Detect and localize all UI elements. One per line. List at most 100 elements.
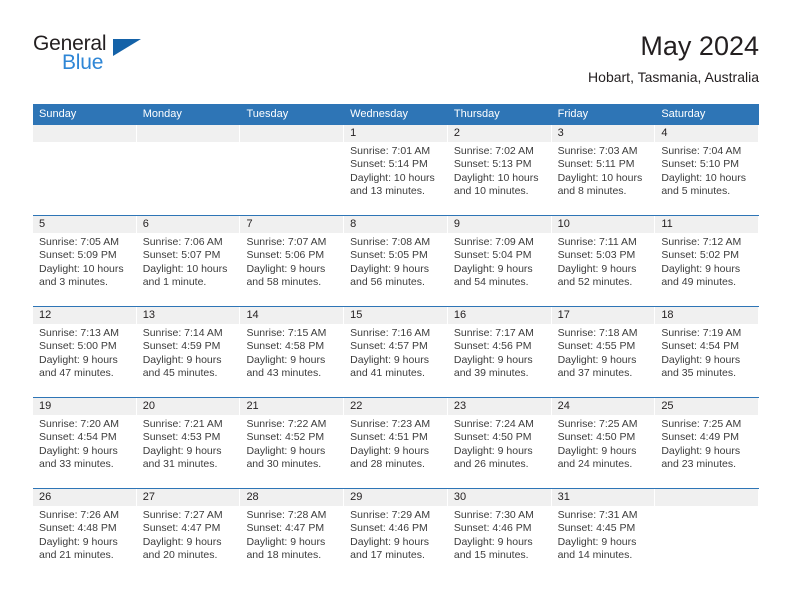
sunrise-text: Sunrise: 7:14 AM: [142, 327, 223, 339]
day-number: 27: [136, 489, 241, 506]
calendar-day-cell[interactable]: 29 Sunrise: 7:29 AM Sunset: 4:46 PM Dayligh…: [344, 489, 448, 579]
day-details: Sunrise: 7:14 AM Sunset: 4:59 PM Daylight:…: [137, 324, 241, 380]
sunrise-text: Sunrise: 7:29 AM: [350, 509, 431, 521]
calendar-day-cell[interactable]: 17 Sunrise: 7:18 AM Sunset: 4:55 PM Dayligh…: [551, 307, 656, 397]
day-number: 4: [655, 125, 760, 142]
day-details: Sunrise: 7:13 AM Sunset: 5:00 PM Daylight:…: [33, 324, 137, 380]
calendar-day-cell[interactable]: 5 Sunrise: 7:05 AM Sunset: 5:09 PM Daylight…: [33, 216, 137, 306]
day-details: Sunrise: 7:28 AM Sunset: 4:47 PM Daylight:…: [240, 506, 344, 562]
weekday-header-saturday: Saturday: [661, 108, 706, 120]
day-details: Sunrise: 7:12 AM Sunset: 5:02 PM Daylight:…: [655, 233, 759, 289]
calendar-day-cell[interactable]: 21 Sunrise: 7:22 AM Sunset: 4:52 PM Dayligh…: [240, 398, 345, 488]
daylight-text: Daylight: 10 hours: [39, 262, 124, 275]
daylight-text: and 18 minutes.: [246, 548, 322, 561]
calendar-day-cell[interactable]: 1 Sunrise: 7:01 AM Sunset: 5:14 PM Daylight…: [344, 125, 448, 215]
daylight-text: and 37 minutes.: [557, 366, 633, 379]
daylight-text: and 41 minutes.: [350, 366, 425, 379]
daylight-text: and 21 minutes.: [39, 548, 114, 561]
daylight-text: Daylight: 9 hours: [453, 353, 533, 366]
sunset-text: Sunset: 4:50 PM: [557, 431, 636, 444]
daylight-text: Daylight: 9 hours: [246, 535, 326, 548]
location-subtitle: Hobart, Tasmania, Australia: [588, 69, 759, 85]
calendar-day-cell[interactable]: 15 Sunrise: 7:16 AM Sunset: 4:57 PM Dayligh…: [344, 307, 448, 397]
calendar-day-cell[interactable]: 20 Sunrise: 7:21 AM Sunset: 4:53 PM Dayligh…: [136, 398, 241, 488]
day-number: 16: [447, 307, 552, 324]
sunrise-text: Sunrise: 7:08 AM: [350, 236, 431, 248]
daylight-text: Daylight: 10 hours: [557, 171, 643, 184]
daylight-text: Daylight: 9 hours: [453, 262, 533, 275]
day-details: Sunrise: 7:23 AM Sunset: 4:51 PM Daylight:…: [344, 415, 448, 471]
day-details: Sunrise: 7:06 AM Sunset: 5:07 PM Daylight:…: [137, 233, 241, 289]
calendar-day-cell[interactable]: 18 Sunrise: 7:19 AM Sunset: 4:54 PM Dayligh…: [655, 307, 760, 397]
daylight-text: and 56 minutes.: [350, 275, 425, 288]
daylight-text: Daylight: 9 hours: [557, 444, 637, 457]
calendar-day-cell[interactable]: 4 Sunrise: 7:04 AM Sunset: 5:10 PM Daylight…: [655, 125, 760, 215]
day-number: [33, 125, 137, 142]
sunset-text: Sunset: 4:47 PM: [142, 522, 221, 535]
daylight-text: and 33 minutes.: [39, 457, 114, 470]
sunset-text: Sunset: 5:11 PM: [557, 158, 635, 171]
calendar-day-cell[interactable]: 11 Sunrise: 7:12 AM Sunset: 5:02 PM Dayligh…: [655, 216, 760, 306]
sunrise-text: Sunrise: 7:21 AM: [142, 418, 223, 430]
day-details: Sunrise: 7:29 AM Sunset: 4:46 PM Daylight:…: [344, 506, 448, 562]
day-number: 18: [655, 307, 760, 324]
daylight-text: and 23 minutes.: [661, 457, 737, 470]
sunrise-text: Sunrise: 7:18 AM: [557, 327, 638, 339]
calendar-day-cell[interactable]: 12 Sunrise: 7:13 AM Sunset: 5:00 PM Dayligh…: [33, 307, 137, 397]
sunrise-text: Sunrise: 7:05 AM: [39, 236, 119, 248]
general-blue-logo[interactable]: General Blue: [33, 32, 163, 84]
calendar-day-cell[interactable]: 27 Sunrise: 7:27 AM Sunset: 4:47 PM Dayligh…: [136, 489, 241, 579]
daylight-text: Daylight: 9 hours: [246, 444, 326, 457]
sunset-text: Sunset: 4:59 PM: [142, 340, 221, 353]
daylight-text: Daylight: 9 hours: [350, 535, 429, 548]
daylight-text: Daylight: 9 hours: [661, 262, 741, 275]
weekday-header-monday: Monday: [142, 108, 182, 120]
sunset-text: Sunset: 4:50 PM: [453, 431, 532, 444]
daylight-text: Daylight: 9 hours: [39, 353, 118, 366]
sunset-text: Sunset: 4:48 PM: [39, 522, 117, 535]
daylight-text: and 15 minutes.: [453, 548, 529, 561]
daylight-text: and 45 minutes.: [142, 366, 218, 379]
calendar-day-cell[interactable]: 8 Sunrise: 7:08 AM Sunset: 5:05 PM Daylight…: [344, 216, 448, 306]
calendar-day-cell[interactable]: 3 Sunrise: 7:03 AM Sunset: 5:11 PM Daylight…: [551, 125, 656, 215]
daylight-text: and 43 minutes.: [246, 366, 322, 379]
daylight-text: Daylight: 9 hours: [39, 535, 118, 548]
sunrise-text: Sunrise: 7:07 AM: [246, 236, 327, 248]
sunset-text: Sunset: 4:54 PM: [661, 340, 739, 353]
day-details: Sunrise: 7:01 AM Sunset: 5:14 PM Daylight:…: [344, 142, 448, 198]
day-details: Sunrise: 7:20 AM Sunset: 4:54 PM Daylight:…: [33, 415, 137, 471]
day-details: Sunrise: 7:15 AM Sunset: 4:58 PM Daylight:…: [240, 324, 344, 380]
day-details: Sunrise: 7:25 AM Sunset: 4:50 PM Daylight:…: [552, 415, 656, 471]
calendar-day-cell[interactable]: 9 Sunrise: 7:09 AM Sunset: 5:04 PM Daylight…: [447, 216, 552, 306]
calendar-day-cell[interactable]: 14 Sunrise: 7:15 AM Sunset: 4:58 PM Dayligh…: [240, 307, 345, 397]
calendar-day-cell-empty: [33, 125, 137, 215]
calendar-day-cell[interactable]: 26 Sunrise: 7:26 AM Sunset: 4:48 PM Dayligh…: [33, 489, 137, 579]
day-number: [655, 489, 760, 506]
calendar-week-row: 26 Sunrise: 7:26 AM Sunset: 4:48 PM Dayligh…: [33, 488, 760, 579]
sunrise-text: Sunrise: 7:20 AM: [39, 418, 119, 430]
sunrise-text: Sunrise: 7:17 AM: [453, 327, 534, 339]
calendar-day-cell[interactable]: 10 Sunrise: 7:11 AM Sunset: 5:03 PM Dayligh…: [551, 216, 656, 306]
calendar-day-cell[interactable]: 7 Sunrise: 7:07 AM Sunset: 5:06 PM Daylight…: [240, 216, 345, 306]
calendar-day-cell[interactable]: 24 Sunrise: 7:25 AM Sunset: 4:50 PM Dayligh…: [551, 398, 656, 488]
calendar-day-cell[interactable]: 2 Sunrise: 7:02 AM Sunset: 5:13 PM Daylight…: [447, 125, 552, 215]
daylight-text: and 39 minutes.: [453, 366, 529, 379]
daylight-text: Daylight: 10 hours: [453, 171, 539, 184]
calendar-week-row: 5 Sunrise: 7:05 AM Sunset: 5:09 PM Daylight…: [33, 215, 760, 306]
day-details: Sunrise: 7:05 AM Sunset: 5:09 PM Daylight:…: [33, 233, 137, 289]
calendar-day-cell[interactable]: 19 Sunrise: 7:20 AM Sunset: 4:54 PM Dayligh…: [33, 398, 137, 488]
sunrise-text: Sunrise: 7:25 AM: [661, 418, 742, 430]
weekday-header-row: Sunday Monday Tuesday Wednesday Thursday…: [33, 104, 759, 125]
day-number: [240, 125, 345, 142]
calendar-day-cell[interactable]: 6 Sunrise: 7:06 AM Sunset: 5:07 PM Daylight…: [136, 216, 241, 306]
calendar-day-cell[interactable]: 16 Sunrise: 7:17 AM Sunset: 4:56 PM Dayligh…: [447, 307, 552, 397]
calendar-day-cell[interactable]: 22 Sunrise: 7:23 AM Sunset: 4:51 PM Dayligh…: [344, 398, 448, 488]
daylight-text: Daylight: 9 hours: [246, 262, 326, 275]
day-details: [33, 142, 137, 145]
calendar-day-cell[interactable]: 31 Sunrise: 7:31 AM Sunset: 4:45 PM Dayligh…: [551, 489, 656, 579]
calendar-day-cell[interactable]: 13 Sunrise: 7:14 AM Sunset: 4:59 PM Dayligh…: [136, 307, 241, 397]
calendar-day-cell[interactable]: 30 Sunrise: 7:30 AM Sunset: 4:46 PM Dayligh…: [447, 489, 552, 579]
calendar-day-cell[interactable]: 28 Sunrise: 7:28 AM Sunset: 4:47 PM Dayligh…: [240, 489, 345, 579]
calendar-day-cell[interactable]: 23 Sunrise: 7:24 AM Sunset: 4:50 PM Dayligh…: [447, 398, 552, 488]
calendar-day-cell[interactable]: 25 Sunrise: 7:25 AM Sunset: 4:49 PM Dayligh…: [655, 398, 760, 488]
